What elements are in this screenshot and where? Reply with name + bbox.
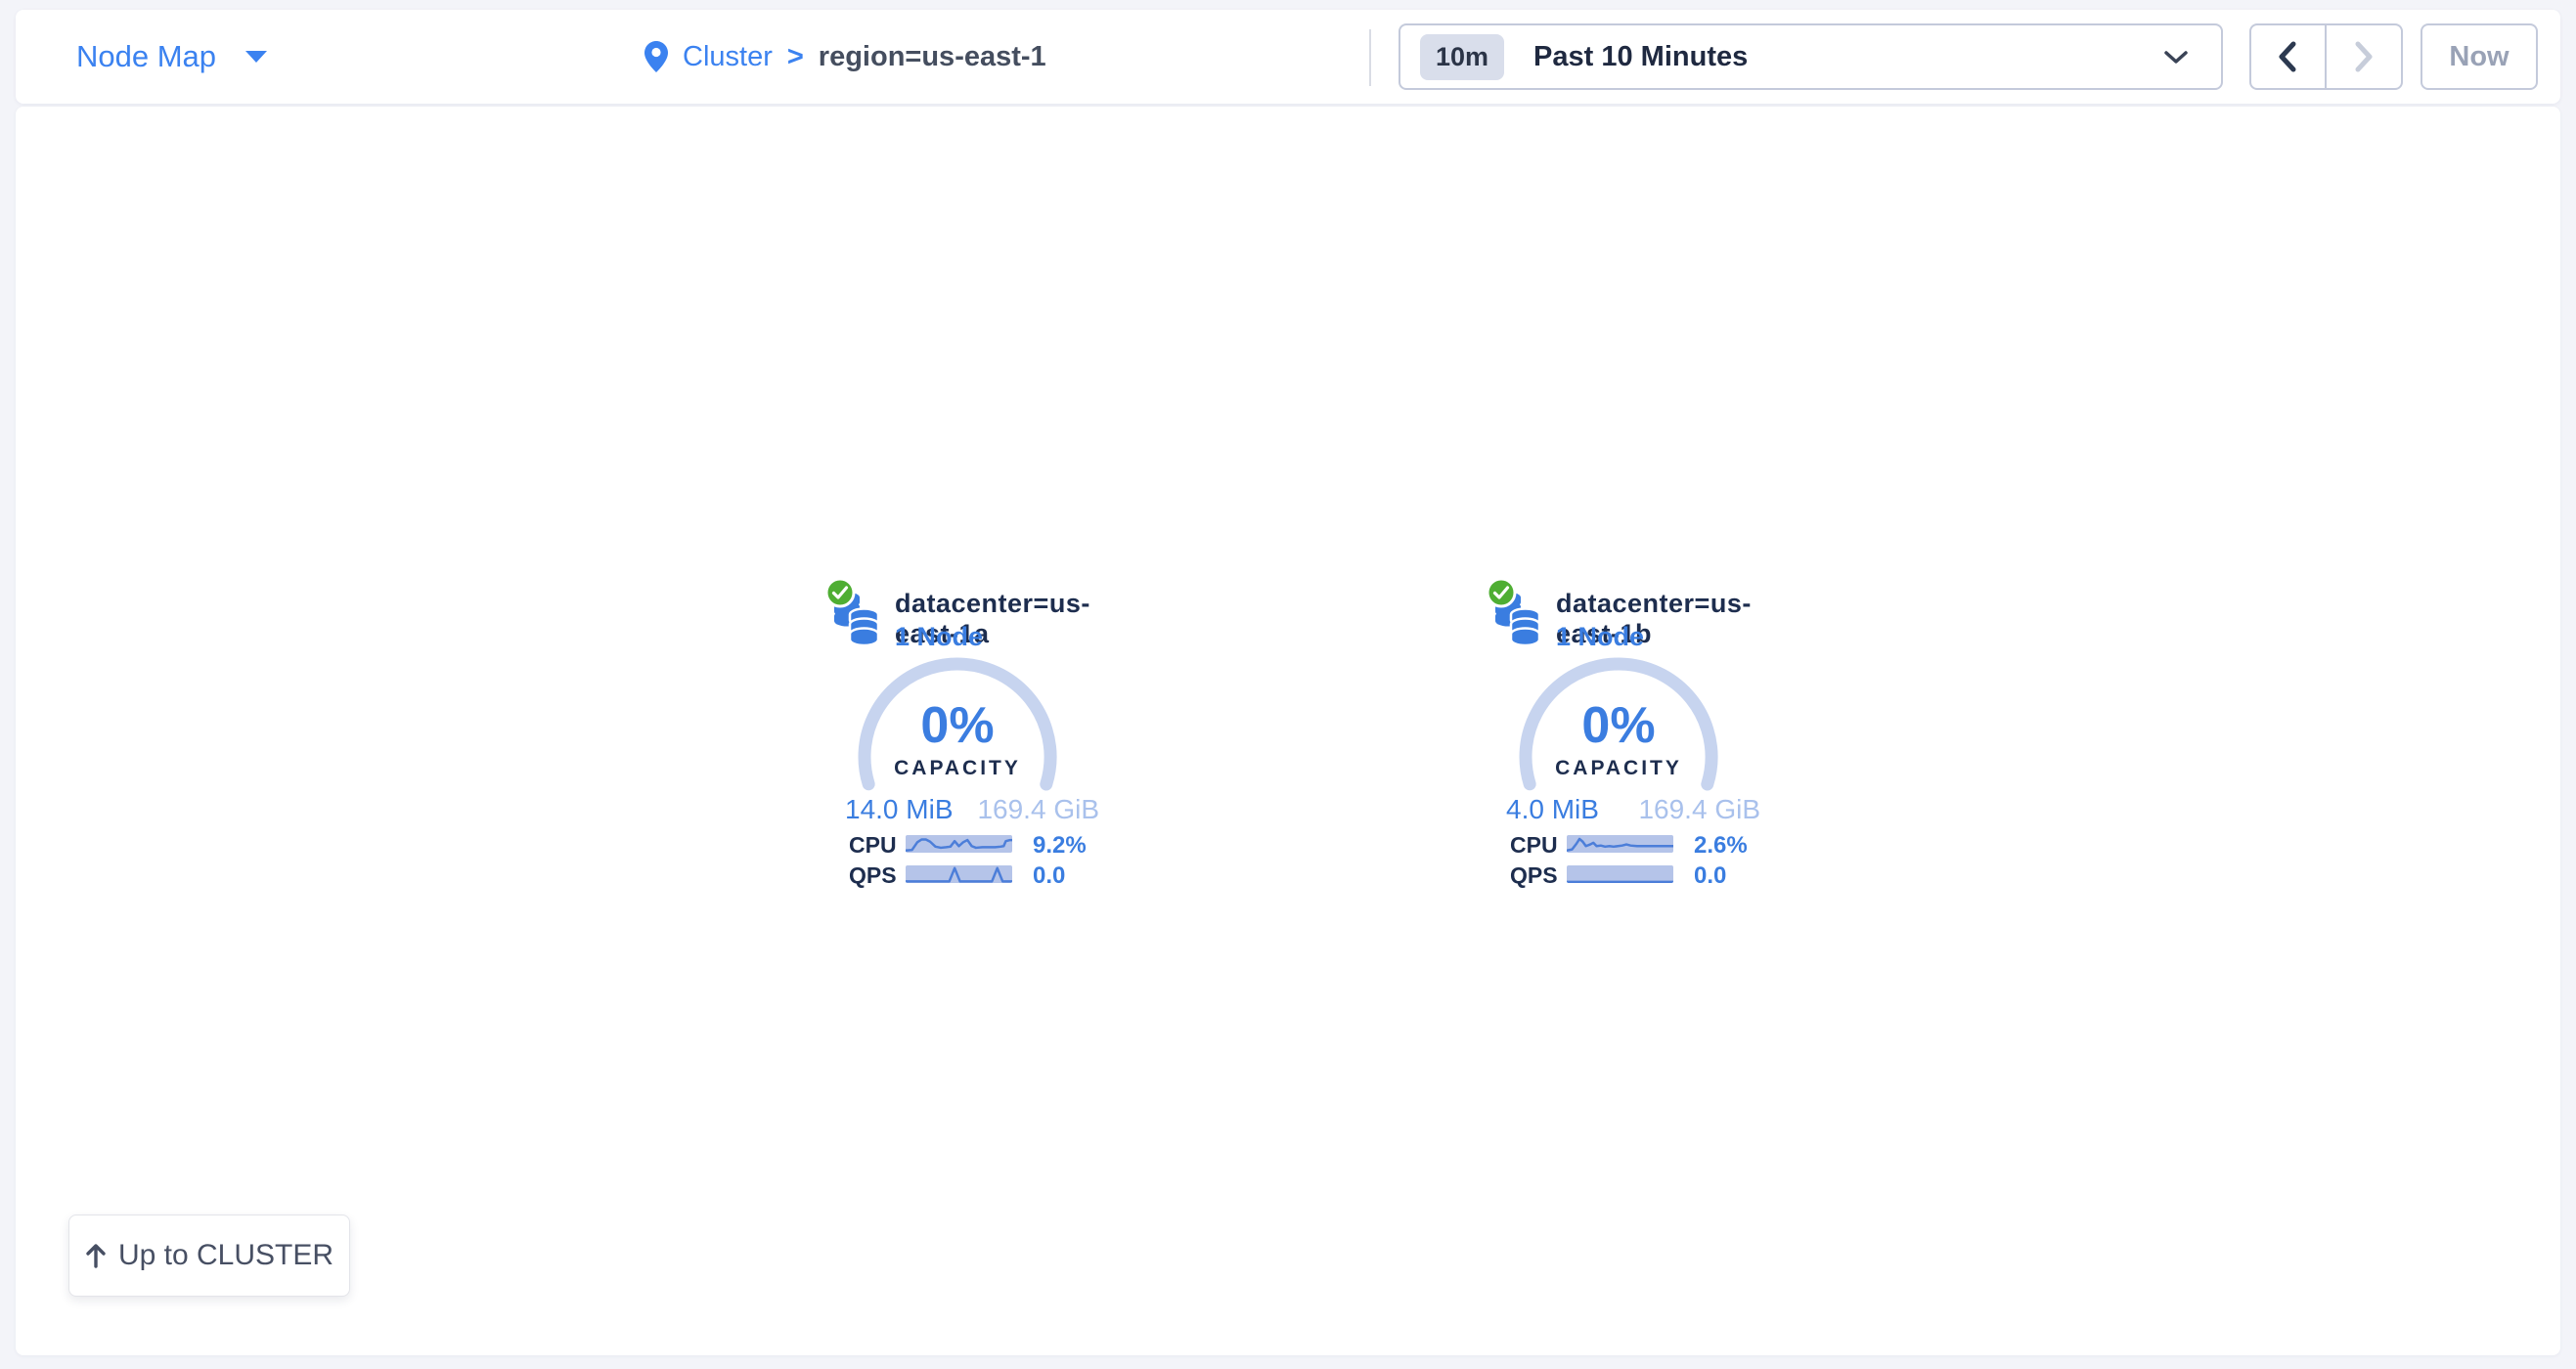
- time-range-dropdown[interactable]: 10m Past 10 Minutes: [1399, 23, 2223, 90]
- view-selector-dropdown[interactable]: Node Map: [76, 10, 267, 104]
- qps-value: 0.0: [1694, 862, 1726, 890]
- capacity-title: CAPACITY: [1555, 757, 1682, 780]
- caret-down-icon: [245, 51, 267, 63]
- chevron-right-icon: [2353, 41, 2375, 72]
- time-next-button[interactable]: [2327, 25, 2402, 88]
- breadcrumb-separator: >: [787, 41, 804, 73]
- capacity-used: 14.0 MiB: [845, 794, 954, 825]
- datacenter-node-count: 1 Node: [895, 622, 983, 652]
- chevron-down-icon: [2164, 51, 2188, 65]
- breadcrumb-current-region: region=us-east-1: [819, 41, 1046, 73]
- datacenter-card-us-east-1a[interactable]: datacenter=us-east-1a 1 Node 0% CAPACITY…: [817, 567, 1110, 895]
- cpu-value: 2.6%: [1694, 832, 1748, 860]
- qps-label: QPS: [849, 862, 897, 889]
- up-to-cluster-label: Up to CLUSTER: [118, 1239, 333, 1272]
- cpu-label: CPU: [849, 832, 897, 859]
- check-circle-icon: [1486, 577, 1517, 608]
- capacity-used: 4.0 MiB: [1506, 794, 1599, 825]
- qps-sparkline: [906, 865, 1012, 883]
- qps-sparkline: [1567, 865, 1673, 883]
- qps-label: QPS: [1510, 862, 1558, 889]
- datacenter-node-count: 1 Node: [1556, 622, 1644, 652]
- capacity-percent: 0%: [920, 698, 994, 753]
- time-range-badge: 10m: [1420, 34, 1504, 80]
- cpu-sparkline: [1567, 835, 1673, 853]
- check-circle-icon: [824, 577, 856, 608]
- chevron-left-icon: [2277, 41, 2298, 72]
- now-button[interactable]: Now: [2421, 23, 2538, 90]
- cpu-sparkline: [906, 835, 1012, 853]
- node-map-page: Node Map Cluster > region=us-east-1 10m …: [0, 0, 2576, 1369]
- capacity-title: CAPACITY: [894, 757, 1021, 780]
- breadcrumb-link-cluster[interactable]: Cluster: [683, 41, 773, 73]
- time-step-buttons: [2249, 23, 2403, 90]
- map-pin-icon: [644, 41, 668, 72]
- capacity-values: 4.0 MiB 169.4 GiB: [1506, 794, 1760, 825]
- capacity-total: 169.4 GiB: [1638, 794, 1760, 825]
- topbar-divider: [1369, 29, 1371, 86]
- top-bar: Node Map Cluster > region=us-east-1 10m …: [16, 10, 2560, 104]
- cpu-value: 9.2%: [1033, 832, 1087, 860]
- up-to-cluster-button[interactable]: Up to CLUSTER: [68, 1214, 350, 1297]
- arrow-up-icon: [85, 1243, 107, 1268]
- capacity-percent: 0%: [1581, 698, 1655, 753]
- node-map-canvas: [16, 107, 2560, 1355]
- capacity-values: 14.0 MiB 169.4 GiB: [845, 794, 1099, 825]
- time-range-label: Past 10 Minutes: [1533, 41, 1748, 73]
- qps-value: 0.0: [1033, 862, 1065, 890]
- breadcrumb: Cluster > region=us-east-1: [644, 10, 1046, 104]
- cpu-label: CPU: [1510, 832, 1558, 859]
- time-prev-button[interactable]: [2251, 25, 2327, 88]
- view-selector-label: Node Map: [76, 39, 216, 74]
- capacity-total: 169.4 GiB: [977, 794, 1099, 825]
- datacenter-card-us-east-1b[interactable]: datacenter=us-east-1b 1 Node 0% CAPACITY…: [1478, 567, 1771, 895]
